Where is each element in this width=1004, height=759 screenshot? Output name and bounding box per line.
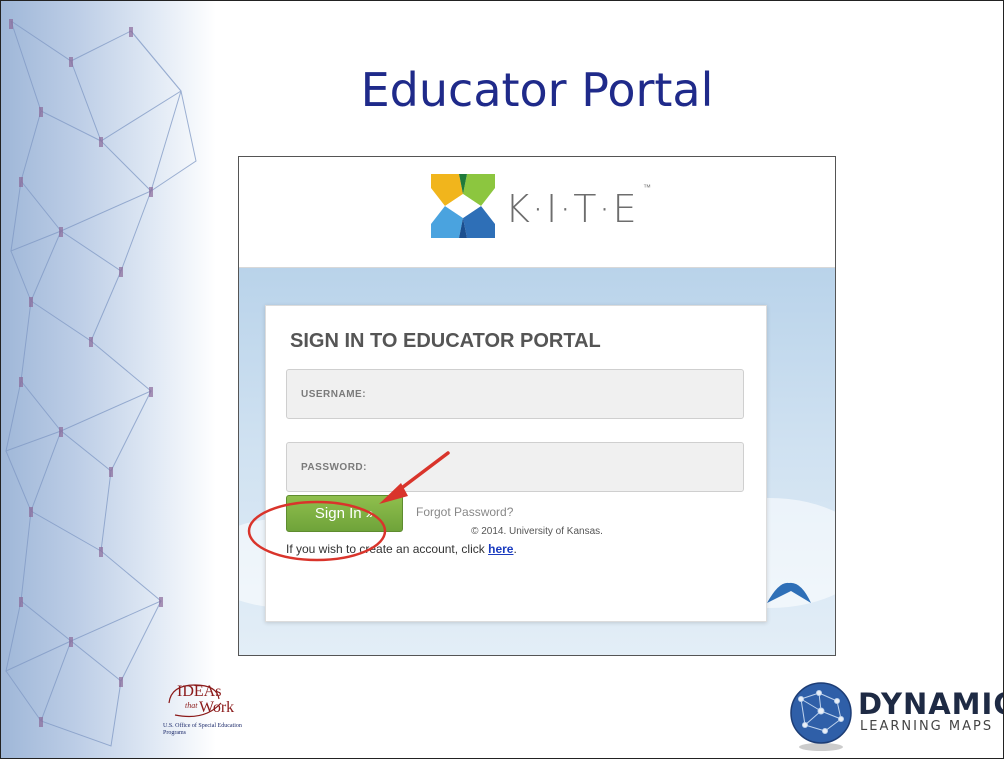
username-input[interactable] [287,370,743,418]
ideas-that-text: that [185,701,198,710]
kite-shape-icon [767,582,811,603]
signin-card: SIGN IN TO EDUCATOR PORTAL Sign In » For… [265,305,767,622]
portal-header: K·I·T·E ™ [239,157,835,268]
password-input[interactable] [287,443,743,491]
kite-logo-icon [431,174,495,238]
copyright-text: © 2014. University of Kansas. [471,526,603,537]
network-pattern-icon [5,19,197,747]
kite-trademark: ™ [643,183,651,192]
signin-heading: SIGN IN TO EDUCATOR PORTAL [290,330,601,352]
ideas-work-text: Work [199,699,235,716]
ideas-subtitle: U.S. Office of Special Education Program… [163,723,242,736]
create-account-end: . [513,542,517,556]
username-field[interactable] [286,369,744,419]
create-account-text: If you wish to create an account, click [286,542,489,556]
portal-screenshot: K·I·T·E ™ SIGN IN TO EDUCATOR PORTAL Sig… [238,156,836,656]
globe-icon [790,682,852,751]
create-account-line: If you wish to create an account, click … [286,542,517,556]
ideas-that-work-logo: IDEAs that Work U.S. Office of Special E… [159,681,249,741]
kite-wordmark: K·I·T·E [505,187,639,231]
slide-title: Educator Portal [360,63,714,117]
network-background [1,1,216,758]
password-field[interactable] [286,442,744,492]
dlm-wordmark-dynamic: DYNAMIC [858,687,1004,721]
dlm-wordmark-learning-maps: LEARNING MAPS [860,719,994,734]
create-account-link[interactable]: here [488,542,513,556]
forgot-password-link[interactable]: Forgot Password? [416,505,513,519]
slide: Educator Portal K·I·T·E ™ SIGN IN TO EDU… [0,0,1004,759]
